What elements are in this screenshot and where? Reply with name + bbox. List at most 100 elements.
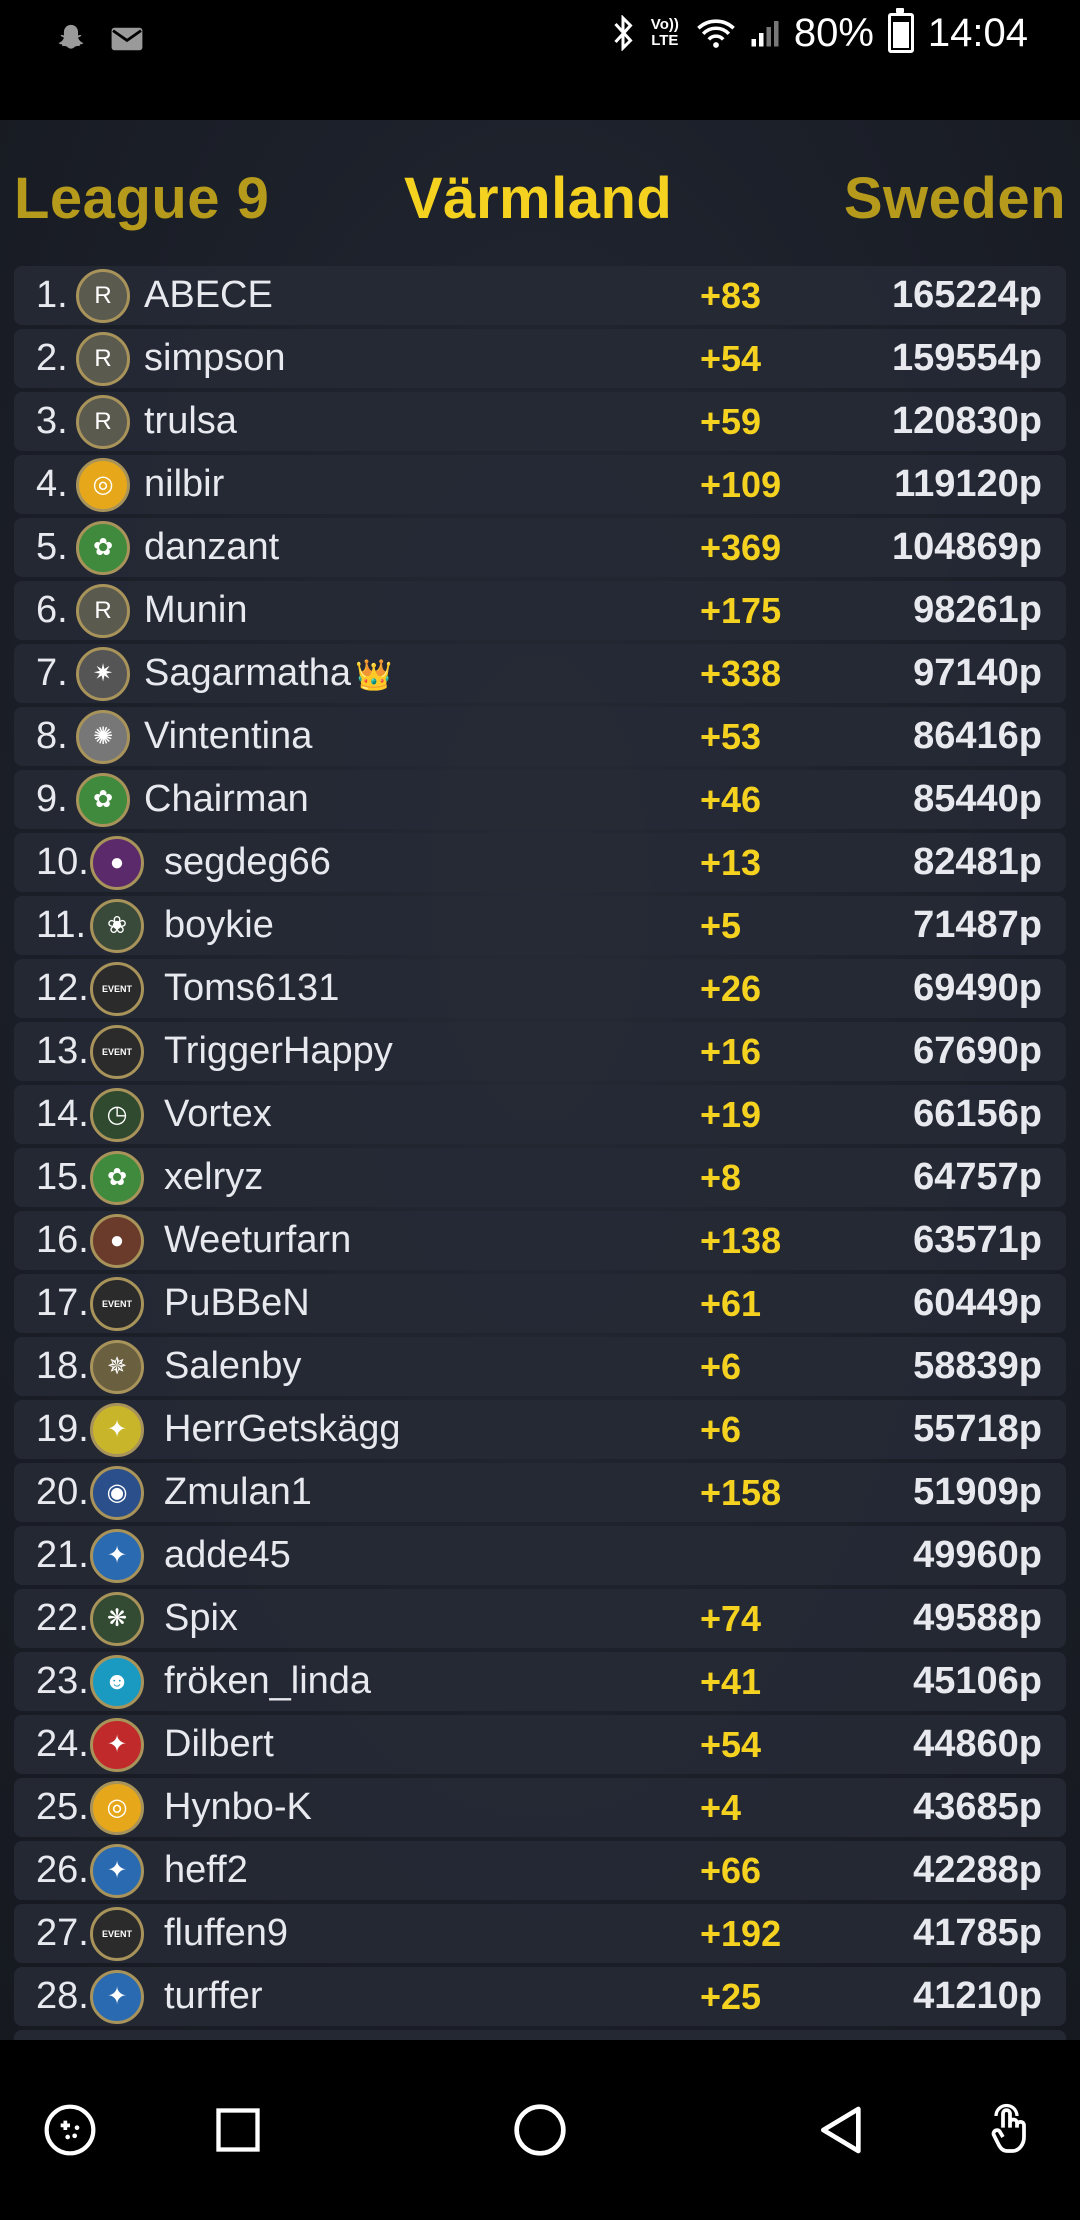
- event-badge-icon[interactable]: EVENT: [90, 961, 153, 1017]
- player-name[interactable]: Munin: [144, 589, 248, 632]
- game-tools-icon[interactable]: [30, 2090, 110, 2170]
- recents-icon[interactable]: [198, 2090, 278, 2170]
- player-name-text[interactable]: Vintentina: [144, 715, 312, 757]
- player-name-text[interactable]: adde45: [164, 1534, 291, 1576]
- player-name-text[interactable]: Vortex: [164, 1093, 272, 1135]
- player-name-text[interactable]: fröken_linda: [164, 1660, 371, 1702]
- player-name[interactable]: Zmulan1: [164, 1471, 312, 1514]
- player-name-text[interactable]: xelryz: [164, 1156, 263, 1198]
- player-name-text[interactable]: Spix: [164, 1597, 238, 1639]
- player-name[interactable]: ABECE: [144, 274, 273, 317]
- leaderboard-row[interactable]: 14. ◷ Vortex +19 66156p: [14, 1085, 1066, 1144]
- leaderboard-row[interactable]: 11. ❀ boykie +5 71487p: [14, 896, 1066, 955]
- leaderboard-row[interactable]: 28. ✦ turffer +25 41210p: [14, 1967, 1066, 2026]
- player-name-text[interactable]: Salenby: [164, 1345, 301, 1387]
- player-name[interactable]: Hynbo-K: [164, 1786, 312, 1829]
- player-name-text[interactable]: HerrGetskägg: [164, 1408, 401, 1450]
- leaderboard-row[interactable]: 26. ✦ heff2 +66 42288p: [14, 1841, 1066, 1900]
- leaderboard-row[interactable]: 7. ✷ Sagarmatha 👑 +338 97140p: [14, 644, 1066, 703]
- player-name-text[interactable]: Weeturfarn: [164, 1219, 351, 1261]
- gear-badge-icon[interactable]: ✵: [90, 1339, 153, 1395]
- mask-badge-icon[interactable]: ☻: [90, 1654, 153, 1710]
- r-badge-icon[interactable]: R: [76, 583, 139, 639]
- event-badge-icon[interactable]: EVENT: [90, 1906, 153, 1962]
- player-name-text[interactable]: trulsa: [144, 400, 237, 442]
- player-name[interactable]: nilbir: [144, 463, 224, 506]
- player-name-text[interactable]: Chairman: [144, 778, 309, 820]
- player-name-text[interactable]: PuBBeN: [164, 1282, 310, 1324]
- player-name[interactable]: Dilbert: [164, 1723, 274, 1766]
- league-label[interactable]: League 9: [14, 165, 269, 232]
- player-name-text[interactable]: danzant: [144, 526, 279, 568]
- leaderboard-row[interactable]: 18. ✵ Salenby +6 58839p: [14, 1337, 1066, 1396]
- leaderboard-row[interactable]: 21. ✦ adde45 49960p: [14, 1526, 1066, 1585]
- leaderboard-row[interactable]: 22. ❋ Spix +74 49588p: [14, 1589, 1066, 1648]
- event-badge-icon[interactable]: EVENT: [90, 1024, 153, 1080]
- player-name[interactable]: fröken_linda: [164, 1660, 371, 1703]
- player-name-text[interactable]: simpson: [144, 337, 286, 379]
- player-name-text[interactable]: nilbir: [144, 463, 224, 505]
- player-name-text[interactable]: TriggerHappy: [164, 1030, 393, 1072]
- player-name[interactable]: Toms6131: [164, 967, 339, 1010]
- leaderboard-row[interactable]: 25. ◎ Hynbo-K +4 43685p: [14, 1778, 1066, 1837]
- player-name-text[interactable]: Sagarmatha: [144, 652, 351, 694]
- leaderboard-row[interactable]: 27. EVENT fluffen9 +192 41785p: [14, 1904, 1066, 1963]
- player-name[interactable]: adde45: [164, 1534, 291, 1577]
- touch-gesture-icon[interactable]: [970, 2090, 1050, 2170]
- player-name-text[interactable]: fluffen9: [164, 1912, 288, 1954]
- player-name[interactable]: simpson: [144, 337, 286, 380]
- player-name[interactable]: Sagarmatha 👑: [144, 652, 392, 695]
- leaderboard-row[interactable]: 6. R Munin +175 98261p: [14, 581, 1066, 640]
- r-badge-icon[interactable]: R: [76, 268, 139, 324]
- planet-badge-icon[interactable]: ◉: [90, 1465, 153, 1521]
- player-name[interactable]: Vintentina: [144, 715, 312, 758]
- player-name[interactable]: segdeg66: [164, 841, 331, 884]
- player-name-text[interactable]: ABECE: [144, 274, 273, 316]
- leaderboard-row[interactable]: 9. ✿ Chairman +46 85440p: [14, 770, 1066, 829]
- player-name[interactable]: Spix: [164, 1597, 238, 1640]
- leaderboard-list[interactable]: 1. R ABECE +83 165224p 2. R simpson +54 …: [14, 266, 1066, 2040]
- leaderboard-row[interactable]: 20. ◉ Zmulan1 +158 51909p: [14, 1463, 1066, 1522]
- target-badge-icon[interactable]: ◎: [90, 1780, 153, 1836]
- leaderboard-row[interactable]: 2. R simpson +54 159554p: [14, 329, 1066, 388]
- leaderboard-row[interactable]: 24. ✦ Dilbert +54 44860p: [14, 1715, 1066, 1774]
- player-name-text[interactable]: boykie: [164, 904, 274, 946]
- player-name[interactable]: trulsa: [144, 400, 237, 443]
- leaderboard-row[interactable]: 10. ● segdeg66 +13 82481p: [14, 833, 1066, 892]
- player-name[interactable]: Chairman: [144, 778, 309, 821]
- star-badge-icon[interactable]: ✷: [76, 646, 139, 702]
- rune-badge-icon[interactable]: ❋: [90, 1591, 153, 1647]
- green-badge-icon[interactable]: ✿: [90, 1150, 153, 1206]
- player-name[interactable]: danzant: [144, 526, 279, 569]
- hooded-figure-icon[interactable]: ●: [90, 1213, 153, 1269]
- leaderboard-row[interactable]: 4. ◎ nilbir +109 119120p: [14, 455, 1066, 514]
- player-name-text[interactable]: Hynbo-K: [164, 1786, 312, 1828]
- leaderboard-row[interactable]: 5. ✿ danzant +369 104869p: [14, 518, 1066, 577]
- player-name[interactable]: TriggerHappy: [164, 1030, 393, 1073]
- player-name[interactable]: boykie: [164, 904, 274, 947]
- flower-badge-icon[interactable]: ❀: [90, 898, 153, 954]
- player-name[interactable]: Weeturfarn: [164, 1219, 351, 1262]
- player-name[interactable]: PuBBeN: [164, 1282, 310, 1325]
- blue-figure-icon[interactable]: ✦: [90, 1843, 153, 1899]
- leaderboard-row[interactable]: 1. R ABECE +83 165224p: [14, 266, 1066, 325]
- player-name[interactable]: xelryz: [164, 1156, 263, 1199]
- player-name-text[interactable]: segdeg66: [164, 841, 331, 883]
- green-badge-icon[interactable]: ✿: [76, 772, 139, 828]
- blue-figure-icon[interactable]: ✦: [90, 1969, 153, 2025]
- player-name-text[interactable]: Dilbert: [164, 1723, 274, 1765]
- player-name[interactable]: turffer: [164, 1975, 263, 2018]
- region-label[interactable]: Värmland: [404, 165, 672, 232]
- leaderboard-row[interactable]: 19. ✦ HerrGetskägg +6 55718p: [14, 1400, 1066, 1459]
- player-name[interactable]: heff2: [164, 1849, 248, 1892]
- figure-badge-icon[interactable]: ✦: [90, 1402, 153, 1458]
- player-name[interactable]: Salenby: [164, 1345, 301, 1388]
- player-name-text[interactable]: heff2: [164, 1849, 248, 1891]
- player-name-text[interactable]: Toms6131: [164, 967, 339, 1009]
- player-name[interactable]: Vortex: [164, 1093, 272, 1136]
- player-name-text[interactable]: Zmulan1: [164, 1471, 312, 1513]
- red-figure-icon[interactable]: ✦: [90, 1717, 153, 1773]
- leaderboard-row[interactable]: 16. ● Weeturfarn +138 63571p: [14, 1211, 1066, 1270]
- lion-badge-icon[interactable]: ✺: [76, 709, 139, 765]
- blue-figure-icon[interactable]: ✦: [90, 1528, 153, 1584]
